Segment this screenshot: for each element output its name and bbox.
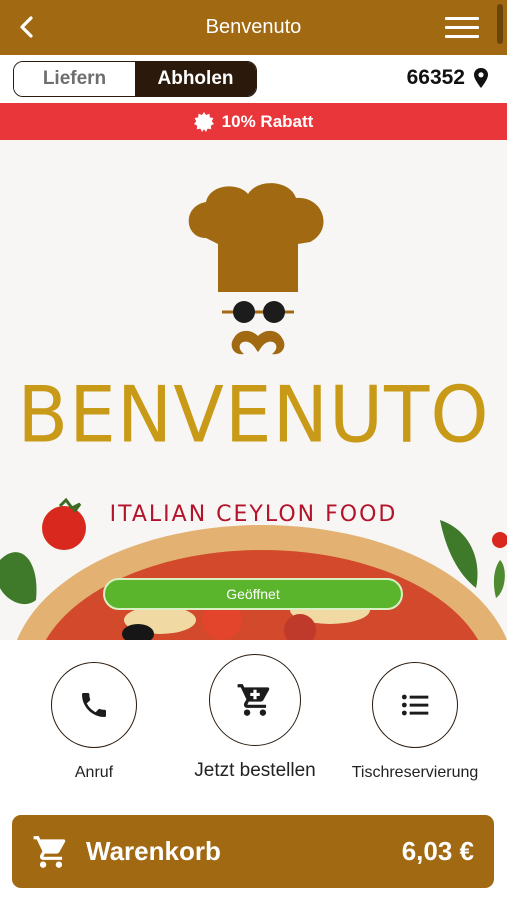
- call-label: Anruf: [74, 764, 114, 781]
- order-mode-bar: Liefern Abholen 66352: [0, 55, 507, 103]
- option-liefern[interactable]: Liefern: [14, 62, 135, 96]
- restaurant-hero: BENVENUTO ITALIAN CEYLON FOOD Geöffnet: [0, 140, 507, 640]
- discount-badge-icon: [193, 111, 214, 132]
- scrollbar[interactable]: [497, 4, 503, 44]
- pizza-image: [0, 497, 507, 640]
- cart-total: 6,03 €: [401, 836, 474, 866]
- call-action[interactable]: Anruf: [49, 662, 139, 782]
- open-status-badge: Geöffnet: [103, 578, 403, 610]
- phone-icon: [82, 693, 106, 717]
- reservation-label: Tischreservierung: [351, 764, 479, 781]
- cart-label: Warenkorb: [86, 836, 221, 866]
- reservation-action[interactable]: Tischreservierung: [345, 662, 485, 782]
- app-header: Benvenuto: [0, 0, 507, 55]
- cart-icon: [237, 684, 270, 716]
- reservation-button[interactable]: [372, 662, 458, 748]
- hamburger-menu-icon[interactable]: [445, 17, 479, 39]
- order-now-action[interactable]: Jetzt bestellen: [188, 654, 322, 782]
- option-abholen[interactable]: Abholen: [135, 62, 256, 96]
- postal-code: 66352: [406, 66, 465, 89]
- restaurant-brand-name: BENVENUTO: [17, 369, 490, 461]
- postal-code-selector[interactable]: 66352: [407, 66, 489, 90]
- page-title: Benvenuto: [205, 16, 302, 38]
- list-icon: [401, 694, 429, 716]
- location-pin-icon: [474, 68, 488, 88]
- call-button[interactable]: [51, 662, 137, 748]
- discount-banner: 10% Rabatt: [0, 103, 507, 140]
- order-now-button[interactable]: [209, 654, 301, 746]
- cart-icon: [33, 835, 66, 868]
- delivery-pickup-toggle[interactable]: Liefern Abholen: [13, 61, 257, 97]
- action-buttons: Anruf Jetzt bestellen Tischreservierung: [0, 640, 507, 800]
- cart-button[interactable]: Warenkorb 6,03 €: [12, 815, 494, 888]
- order-now-label: Jetzt bestellen: [194, 760, 316, 781]
- back-arrow-icon[interactable]: [14, 14, 40, 40]
- chef-logo-icon: [188, 183, 324, 355]
- discount-text: 10% Rabatt: [221, 111, 314, 131]
